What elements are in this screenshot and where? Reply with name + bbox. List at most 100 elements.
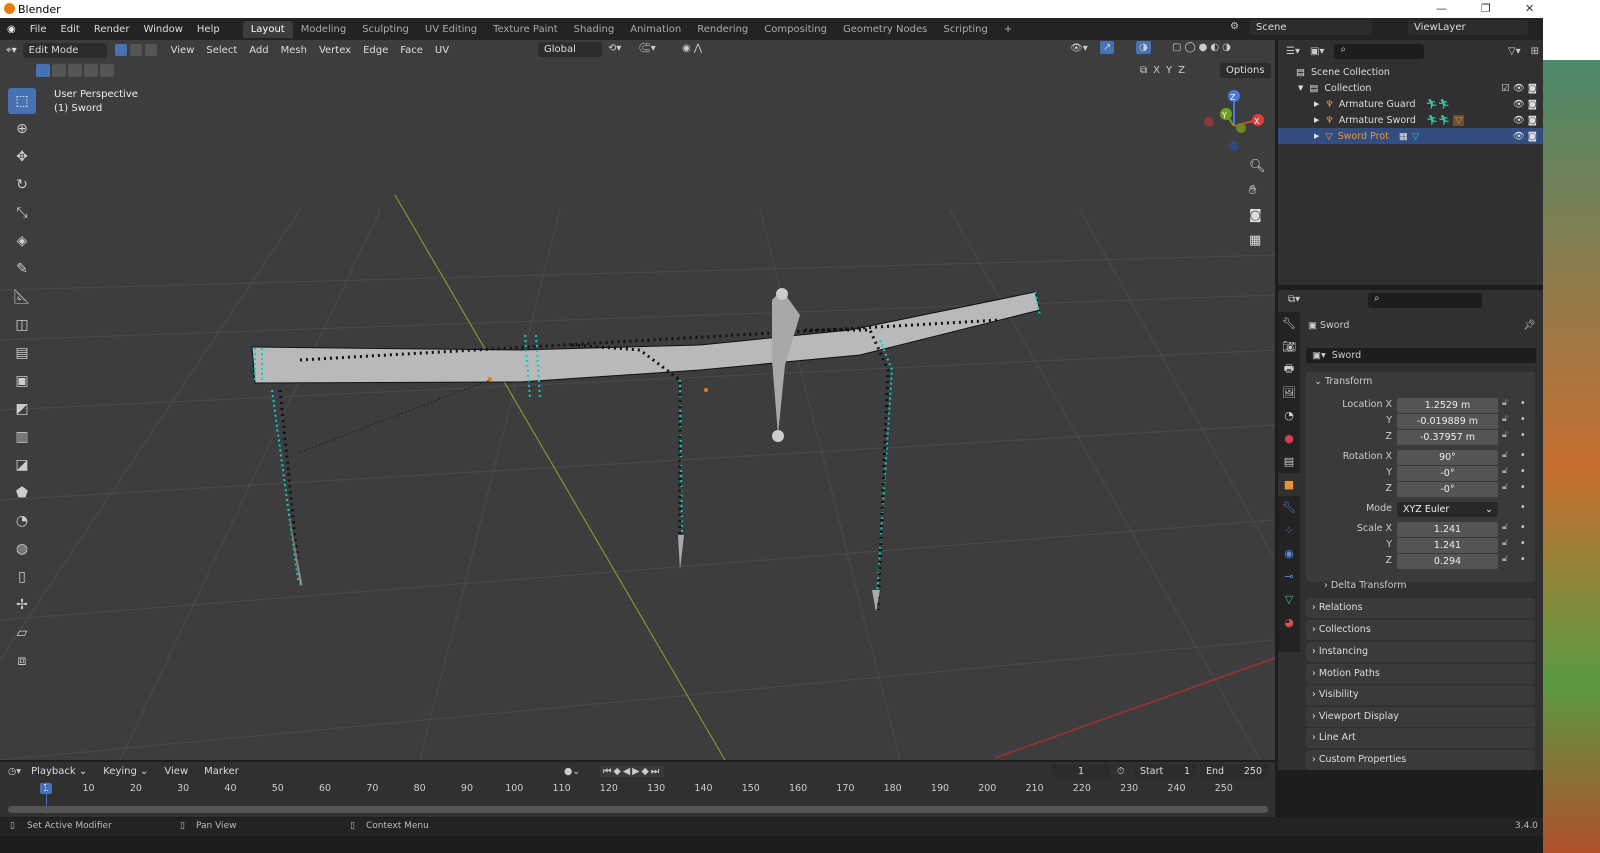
scene-selector[interactable]: Scene xyxy=(1250,20,1372,35)
transform-orientation-selector[interactable]: Global xyxy=(538,42,602,57)
mirror-x-toggle[interactable]: X xyxy=(1153,65,1160,76)
menu-edit[interactable]: Edit xyxy=(53,24,86,35)
cursor-tool-icon[interactable]: ⊕ xyxy=(8,116,36,142)
maximize-button[interactable]: ❐ xyxy=(1481,2,1491,15)
options-dropdown[interactable]: Options xyxy=(1220,63,1271,78)
panel-visibility[interactable]: › Visibility xyxy=(1306,685,1535,705)
menu-edge[interactable]: Edge xyxy=(357,43,394,58)
physics-tab-icon[interactable]: ◉ xyxy=(1278,542,1300,565)
lock-icon[interactable]: 🔓︎ xyxy=(1502,414,1508,424)
lock-icon[interactable]: 🔓︎ xyxy=(1502,466,1508,476)
new-collection-icon[interactable]: ⊞ xyxy=(1531,46,1539,57)
shear-tool-icon[interactable]: ▱ xyxy=(8,620,36,646)
world-tab-icon[interactable]: ● xyxy=(1278,427,1300,450)
lock-icon[interactable]: 🔓︎ xyxy=(1502,538,1508,548)
menu-keying[interactable]: Keying ⌄ xyxy=(97,764,154,779)
overlay-toggle-icon[interactable]: ◑ xyxy=(1136,41,1151,54)
edge-slide-tool-icon[interactable]: ▯ xyxy=(8,564,36,590)
blender-menu-icon[interactable]: ◉ xyxy=(0,24,23,35)
outliner-item-selected[interactable]: ▶ ▽ Sword Prot ▦ ▽ 👁︎ ◙ xyxy=(1278,128,1543,144)
item-visibility-controls[interactable]: 👁︎ ◙ xyxy=(1513,99,1537,110)
tab-layout[interactable]: Layout xyxy=(242,20,293,38)
tab-geometry-nodes[interactable]: Geometry Nodes xyxy=(835,21,935,38)
keyframe-dot[interactable]: • xyxy=(1520,522,1526,533)
add-cube-tool-icon[interactable]: ◫ xyxy=(8,312,36,338)
keyframe-dot[interactable]: • xyxy=(1520,398,1526,409)
expand-arrow-icon[interactable]: ▶ xyxy=(1314,100,1319,108)
view-layer-selector[interactable]: ViewLayer xyxy=(1408,20,1528,35)
menu-uv[interactable]: UV xyxy=(429,43,455,58)
scene-icon[interactable]: ⚙ xyxy=(1230,21,1239,32)
outliner-display-mode-icon[interactable]: ☰▾ xyxy=(1286,46,1300,57)
knife-tool-icon[interactable]: ◪ xyxy=(8,452,36,478)
extrude-tool-icon[interactable]: ▤ xyxy=(8,340,36,366)
measure-tool-icon[interactable]: 📐︎ xyxy=(8,284,36,310)
scene-tab-icon[interactable]: ◔ xyxy=(1278,404,1300,427)
zoom-icon[interactable]: 🔍︎ xyxy=(1249,159,1266,174)
rotation-z-field[interactable]: -0° xyxy=(1397,482,1498,497)
frame-ruler[interactable]: 1102030405060708090100110120130140150160… xyxy=(0,780,1275,798)
panel-relations[interactable]: › Relations xyxy=(1306,598,1535,618)
outliner-scene-collection[interactable]: ▤ Scene Collection xyxy=(1278,64,1543,80)
navigation-gizmo[interactable]: Z X Y xyxy=(1204,90,1264,151)
menu-select[interactable]: Select xyxy=(200,43,243,58)
move-tool-icon[interactable]: ✥ xyxy=(8,144,36,170)
location-x-field[interactable]: 1.2529 m xyxy=(1397,398,1498,413)
data-tab-icon[interactable]: ▽ xyxy=(1278,588,1300,611)
menu-timeline-view[interactable]: View xyxy=(158,764,194,779)
rotation-x-field[interactable]: 90° xyxy=(1397,450,1498,465)
collection-tab-icon[interactable]: ▤ xyxy=(1278,450,1300,473)
add-workspace-button[interactable]: + xyxy=(996,21,1020,38)
outliner-filter-view-icon[interactable]: ▣▾ xyxy=(1310,46,1324,57)
keyframe-dot[interactable]: • xyxy=(1520,430,1526,441)
object-type-icon[interactable]: ▣▾ xyxy=(1306,350,1332,361)
keyframe-dot[interactable]: • xyxy=(1520,466,1526,477)
rip-tool-icon[interactable]: ⧈ xyxy=(8,648,36,674)
rotation-mode-dropdown[interactable]: XYZ Euler ⌄ xyxy=(1397,502,1498,517)
menu-mesh[interactable]: Mesh xyxy=(275,43,313,58)
lock-icon[interactable]: 🔓︎ xyxy=(1502,430,1508,440)
panel-collections[interactable]: › Collections xyxy=(1306,620,1535,640)
keyframe-dot[interactable]: • xyxy=(1520,450,1526,461)
annotate-tool-icon[interactable]: ✎ xyxy=(8,256,36,282)
shading-modes-icon[interactable]: ▢◯●◐◑ xyxy=(1172,42,1234,53)
timeline-scrollbar[interactable] xyxy=(8,806,1268,813)
keyframe-dot[interactable]: • xyxy=(1520,482,1526,493)
pin-icon[interactable]: 📌︎ xyxy=(1523,320,1536,331)
grid-ortho-icon[interactable]: ▦ xyxy=(1249,233,1261,248)
tab-shading[interactable]: Shading xyxy=(566,21,623,38)
menu-window[interactable]: Window xyxy=(136,24,189,35)
lock-icon[interactable]: 🔓︎ xyxy=(1502,482,1508,492)
properties-editor-type-icon[interactable]: ⧉▾ xyxy=(1288,294,1300,305)
loop-cut-tool-icon[interactable]: ▥ xyxy=(8,424,36,450)
playback-controls[interactable]: ⏮◆◀▶◆⏭ xyxy=(600,765,665,777)
scale-x-field[interactable]: 1.241 xyxy=(1397,522,1498,537)
item-visibility-controls[interactable]: 👁︎ ◙ xyxy=(1513,131,1537,142)
menu-marker[interactable]: Marker xyxy=(198,764,245,779)
current-frame-field[interactable]: 1 xyxy=(1052,763,1110,779)
menu-view[interactable]: View xyxy=(165,43,201,58)
tool-tab-icon[interactable]: 🔧︎ xyxy=(1278,312,1300,335)
mode-selector[interactable]: Edit Mode xyxy=(22,42,107,58)
panel-motion-paths[interactable]: › Motion Paths xyxy=(1306,664,1535,684)
menu-help[interactable]: Help xyxy=(190,24,227,35)
object-tab-icon[interactable]: ■ xyxy=(1278,473,1300,496)
outliner-collection[interactable]: ▼ ▤ Collection ☑ 👁︎ ◙ xyxy=(1278,80,1543,96)
transform-tool-icon[interactable]: ◈ xyxy=(8,228,36,254)
end-frame-field[interactable]: End 250 xyxy=(1200,763,1268,779)
stopwatch-icon[interactable]: ⏱ xyxy=(1117,766,1124,777)
smooth-tool-icon[interactable]: ◍ xyxy=(8,536,36,562)
shrink-fatten-tool-icon[interactable]: ✢ xyxy=(8,592,36,618)
panel-line-art[interactable]: › Line Art xyxy=(1306,728,1535,748)
face-select-icon[interactable] xyxy=(144,44,157,56)
render-tab-icon[interactable]: 📷︎ xyxy=(1278,335,1300,358)
visibility-icon[interactable]: 👁︎▾ xyxy=(1070,43,1088,54)
edge-select-icon[interactable] xyxy=(129,44,142,56)
snap-icon[interactable]: 🧲︎▾ xyxy=(638,43,656,54)
delta-transform-subpanel[interactable]: › Delta Transform xyxy=(1324,580,1406,591)
object-name-field[interactable]: ▣▾ Sword xyxy=(1306,348,1536,363)
tab-animation[interactable]: Animation xyxy=(622,21,689,38)
record-keyframe-button[interactable]: ●⌄ xyxy=(564,766,580,777)
keyframe-dot[interactable]: • xyxy=(1520,502,1526,513)
outliner-search-input[interactable]: ⌕ xyxy=(1334,43,1425,59)
